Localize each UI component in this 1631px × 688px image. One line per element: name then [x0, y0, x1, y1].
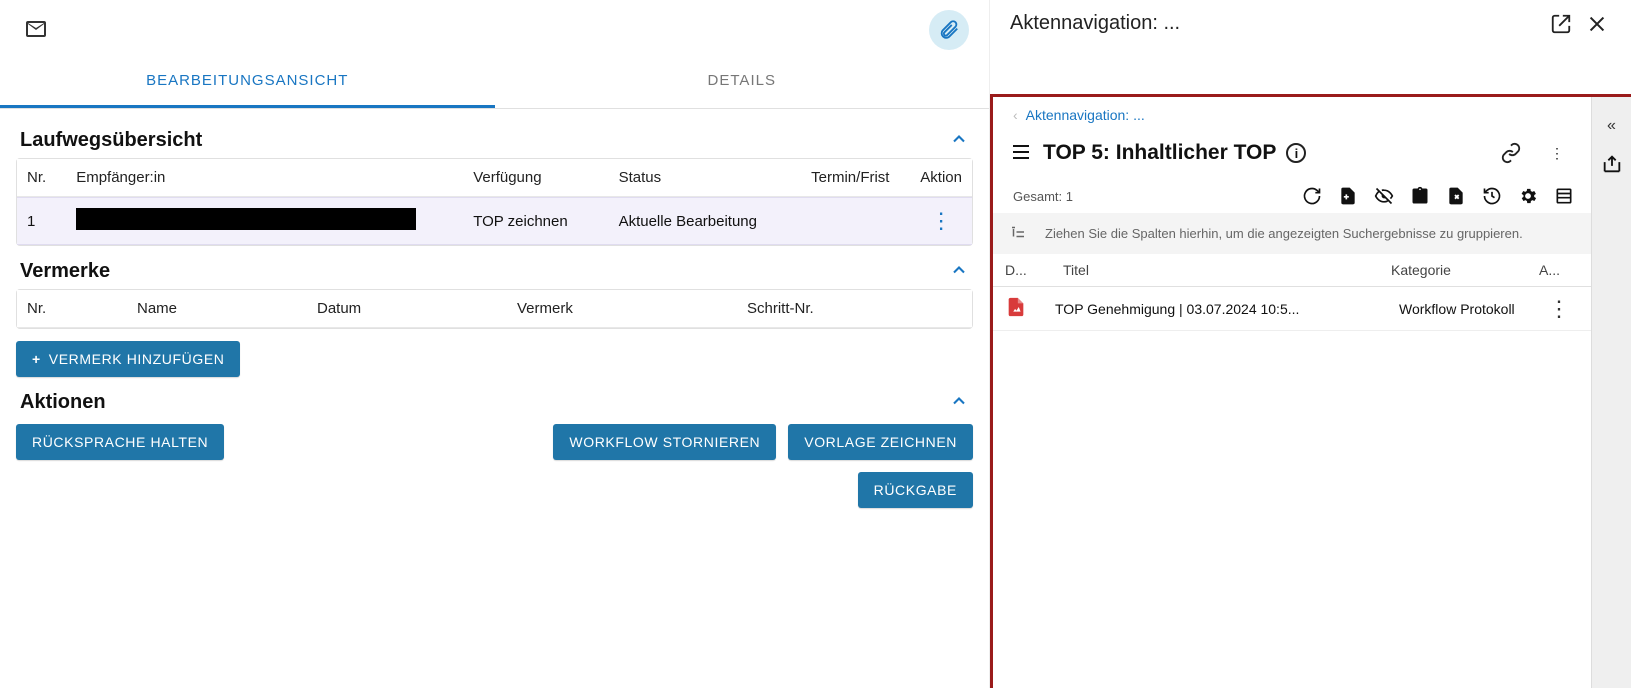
collapse-icon[interactable] — [949, 391, 969, 414]
col-empfaenger: Empfänger:in — [66, 159, 463, 197]
col-titel[interactable]: Titel — [1053, 262, 1383, 278]
breadcrumb: ‹ Aktennavigation: ... — [993, 97, 1591, 131]
node-title-row: TOP 5: Inhaltlicher TOP i ⋮ — [993, 131, 1591, 181]
col-nr: Nr. — [17, 159, 66, 197]
close-icon[interactable] — [1579, 6, 1615, 42]
file-x-icon[interactable] — [1445, 185, 1467, 207]
col-nr: Nr. — [17, 290, 127, 328]
col-aktion: Aktion — [910, 159, 972, 197]
list-icon[interactable] — [1553, 185, 1575, 207]
breadcrumb-link[interactable]: Aktennavigation: ... — [1026, 107, 1145, 123]
collapse-icon[interactable] — [949, 260, 969, 283]
col-a[interactable]: A... — [1539, 262, 1579, 278]
rueckgabe-button[interactable]: RÜCKGABE — [858, 472, 973, 508]
col-termin: Termin/Frist — [801, 159, 910, 197]
collapse-sidebar-icon[interactable]: « — [1607, 117, 1616, 135]
side-tab: « — [1591, 97, 1631, 688]
col-kategorie[interactable]: Kategorie — [1391, 262, 1531, 278]
link-icon[interactable] — [1493, 135, 1529, 171]
item-category: Workflow Protokoll — [1399, 301, 1539, 317]
col-verfuegung: Verfügung — [463, 159, 608, 197]
file-plus-icon[interactable] — [1337, 185, 1359, 207]
list-item[interactable]: TOP Genehmigung | 03.07.2024 10:5... Wor… — [993, 287, 1591, 331]
right-pane-title: Aktennavigation: ... — [1010, 12, 1180, 35]
history-icon[interactable] — [1481, 185, 1503, 207]
right-toolbar: Gesamt: 1 — [993, 181, 1591, 213]
table-row[interactable]: 1 TOP zeichnen Aktuelle Bearbeitung ⋮ — [17, 197, 972, 245]
col-vermerk: Vermerk — [507, 290, 737, 328]
cell-termin — [801, 197, 910, 245]
collapse-icon[interactable] — [949, 129, 969, 152]
tab-details[interactable]: DETAILS — [495, 54, 990, 108]
gear-icon[interactable] — [1517, 185, 1539, 207]
col-status: Status — [609, 159, 802, 197]
ruecksprache-button[interactable]: RÜCKSPRACHE HALTEN — [16, 424, 224, 460]
section-laufweg-title: Laufwegsübersicht — [20, 129, 202, 152]
right-pane-header: Aktennavigation: ... — [990, 0, 1631, 47]
group-hint-text: Ziehen Sie die Spalten hierhin, um die a… — [1045, 226, 1523, 241]
pdf-icon — [1005, 295, 1045, 322]
col-name: Name — [127, 290, 307, 328]
plus-icon: + — [32, 351, 41, 367]
item-title: TOP Genehmigung | 03.07.2024 10:5... — [1045, 301, 1399, 317]
upload-icon[interactable] — [1601, 153, 1623, 178]
vorlage-zeichnen-button[interactable]: VORLAGE ZEICHNEN — [788, 424, 973, 460]
cell-nr: 1 — [17, 197, 66, 245]
add-note-label: VERMERK HINZUFÜGEN — [49, 351, 225, 367]
add-note-button[interactable]: + VERMERK HINZUFÜGEN — [16, 341, 240, 377]
row-menu-icon[interactable]: ⋮ — [910, 197, 972, 245]
section-vermerke-head: Vermerke — [16, 246, 973, 289]
redacted-recipient — [76, 208, 416, 230]
right-pane-outer: Aktennavigation: ... ‹ Aktennavigation: … — [990, 0, 1631, 688]
section-aktionen-title: Aktionen — [20, 391, 106, 414]
group-hint: Ziehen Sie die Spalten hierhin, um die a… — [993, 213, 1591, 254]
cell-empfaenger — [66, 197, 463, 245]
col-datum: Datum — [307, 290, 507, 328]
total-count: Gesamt: 1 — [1013, 189, 1073, 204]
info-icon[interactable]: i — [1286, 143, 1306, 163]
node-title: TOP 5: Inhaltlicher TOP — [1043, 141, 1276, 165]
mail-icon[interactable] — [24, 17, 48, 44]
vermerke-table: Nr. Name Datum Vermerk Schritt-Nr. — [16, 289, 973, 329]
refresh-icon[interactable] — [1301, 185, 1323, 207]
left-pane: BEARBEITUNGSANSICHT DETAILS Laufwegsüber… — [0, 0, 990, 688]
row-menu-icon[interactable]: ⋮ — [1539, 296, 1579, 322]
chevron-left-icon[interactable]: ‹ — [1013, 107, 1018, 123]
col-schritt: Schritt-Nr. — [737, 290, 972, 328]
workflow-stornieren-button[interactable]: WORKFLOW STORNIEREN — [553, 424, 776, 460]
more-icon[interactable]: ⋮ — [1539, 135, 1575, 171]
section-laufweg-head: Laufwegsübersicht — [16, 115, 973, 158]
col-d[interactable]: D... — [1005, 262, 1045, 278]
hide-icon[interactable] — [1373, 185, 1395, 207]
top-icon-bar — [0, 0, 989, 54]
right-content: ‹ Aktennavigation: ... TOP 5: Inhaltlich… — [993, 97, 1591, 688]
section-aktionen-head: Aktionen — [16, 377, 973, 420]
action-buttons-row: RÜCKSPRACHE HALTEN WORKFLOW STORNIEREN V… — [16, 424, 973, 460]
tab-edit-view[interactable]: BEARBEITUNGSANSICHT — [0, 54, 495, 108]
cell-status: Aktuelle Bearbeitung — [609, 197, 802, 245]
laufweg-table: Nr. Empfänger:in Verfügung Status Termin… — [16, 158, 973, 246]
paste-icon[interactable] — [1409, 185, 1431, 207]
popout-icon[interactable] — [1543, 6, 1579, 42]
right-table-head: D... Titel Kategorie A... — [993, 254, 1591, 287]
attachment-icon[interactable] — [929, 10, 969, 50]
tabs: BEARBEITUNGSANSICHT DETAILS — [0, 54, 989, 109]
cell-verfuegung: TOP zeichnen — [463, 197, 608, 245]
group-indent-icon[interactable] — [1009, 223, 1027, 244]
menu-icon[interactable] — [1009, 140, 1033, 167]
section-vermerke-title: Vermerke — [20, 260, 110, 283]
main-content: Laufwegsübersicht Nr. Empfänger:in Verfü… — [0, 109, 989, 688]
